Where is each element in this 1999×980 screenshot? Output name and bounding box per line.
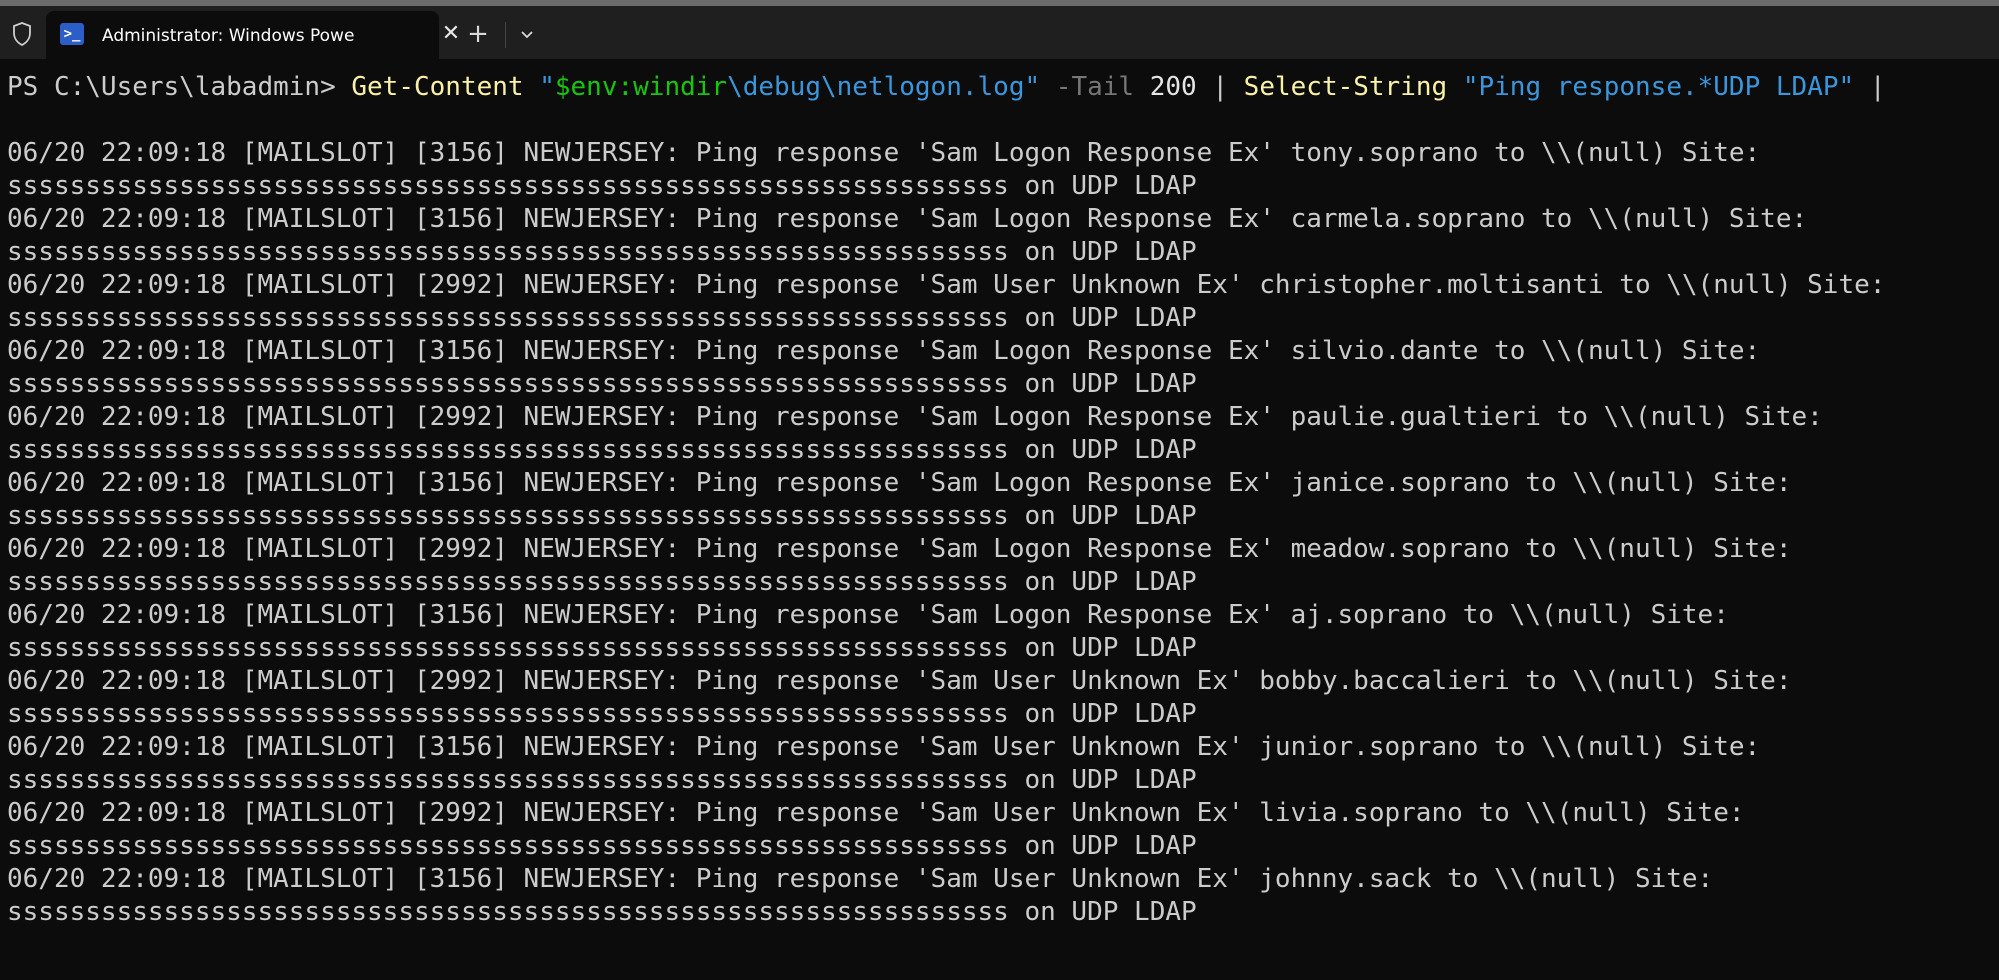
- plus-icon[interactable]: +: [460, 18, 496, 52]
- trailing-pipe: |: [1869, 72, 1886, 102]
- output-line: ssssssssssssssssssssssssssssssssssssssss…: [7, 633, 1197, 663]
- path-variable: $env:windir: [554, 72, 728, 102]
- output-line: ssssssssssssssssssssssssssssssssssssssss…: [7, 435, 1197, 465]
- prompt-prefix: PS C:\Users\labadmin>: [7, 72, 352, 102]
- output-line: ssssssssssssssssssssssssssssssssssssssss…: [7, 897, 1197, 927]
- chevron-down-icon[interactable]: [512, 18, 542, 52]
- output-line: ssssssssssssssssssssssssssssssssssssssss…: [7, 699, 1197, 729]
- output-line: 06/20 22:09:18 [MAILSLOT] [2992] NEWJERS…: [7, 402, 1823, 432]
- output-line: 06/20 22:09:18 [MAILSLOT] [3156] NEWJERS…: [7, 600, 1729, 630]
- pipe-operator: |: [1212, 72, 1229, 102]
- powershell-icon: >_: [60, 23, 84, 45]
- output-line: ssssssssssssssssssssssssssssssssssssssss…: [7, 303, 1197, 333]
- cmdlet-select-string: Select-String: [1243, 72, 1448, 102]
- output-line: 06/20 22:09:18 [MAILSLOT] [3156] NEWJERS…: [7, 468, 1792, 498]
- pattern-string: "Ping response.*UDP LDAP": [1462, 72, 1855, 102]
- path-string: \debug\netlogon.log": [727, 72, 1041, 102]
- output-line: 06/20 22:09:18 [MAILSLOT] [3156] NEWJERS…: [7, 204, 1808, 234]
- output-line: ssssssssssssssssssssssssssssssssssssssss…: [7, 567, 1197, 597]
- shield-icon[interactable]: [8, 20, 36, 48]
- terminal-window: >_ Administrator: Windows Powe ✕ + PS C:…: [0, 0, 1999, 980]
- param-tail: -Tail: [1055, 72, 1135, 102]
- output-line: 06/20 22:09:18 [MAILSLOT] [3156] NEWJERS…: [7, 864, 1714, 894]
- output-line: ssssssssssssssssssssssssssssssssssssssss…: [7, 237, 1197, 267]
- output-line: ssssssssssssssssssssssssssssssssssssssss…: [7, 831, 1197, 861]
- output-line: ssssssssssssssssssssssssssssssssssssssss…: [7, 171, 1197, 201]
- output-line: 06/20 22:09:18 [MAILSLOT] [3156] NEWJERS…: [7, 732, 1761, 762]
- output-line: 06/20 22:09:18 [MAILSLOT] [2992] NEWJERS…: [7, 534, 1792, 564]
- path-open-quote: ": [539, 72, 555, 102]
- output-line: 06/20 22:09:18 [MAILSLOT] [2992] NEWJERS…: [7, 798, 1745, 828]
- title-bar: >_ Administrator: Windows Powe ✕ +: [0, 0, 1999, 59]
- cmdlet-get-content: Get-Content: [351, 72, 524, 102]
- tab-powershell[interactable]: >_ Administrator: Windows Powe ✕: [46, 11, 460, 59]
- output-line: ssssssssssssssssssssssssssssssssssssssss…: [7, 369, 1197, 399]
- output-line: 06/20 22:09:18 [MAILSLOT] [3156] NEWJERS…: [7, 336, 1761, 366]
- output-line: 06/20 22:09:18 [MAILSLOT] [2992] NEWJERS…: [7, 666, 1792, 696]
- output-line: ssssssssssssssssssssssssssssssssssssssss…: [7, 501, 1197, 531]
- output-line: 06/20 22:09:18 [MAILSLOT] [2992] NEWJERS…: [7, 270, 1886, 300]
- output-line: 06/20 22:09:18 [MAILSLOT] [3156] NEWJERS…: [7, 138, 1761, 168]
- output-line: ssssssssssssssssssssssssssssssssssssssss…: [7, 765, 1197, 795]
- command-line: PS C:\Users\labadmin> Get-Content "$env:…: [7, 71, 1885, 104]
- tab-separator: [505, 22, 506, 48]
- tail-value: 200: [1149, 72, 1197, 102]
- terminal-output[interactable]: PS C:\Users\labadmin> Get-Content "$env:…: [0, 59, 1999, 980]
- tab-title: Administrator: Windows Powe: [102, 26, 355, 46]
